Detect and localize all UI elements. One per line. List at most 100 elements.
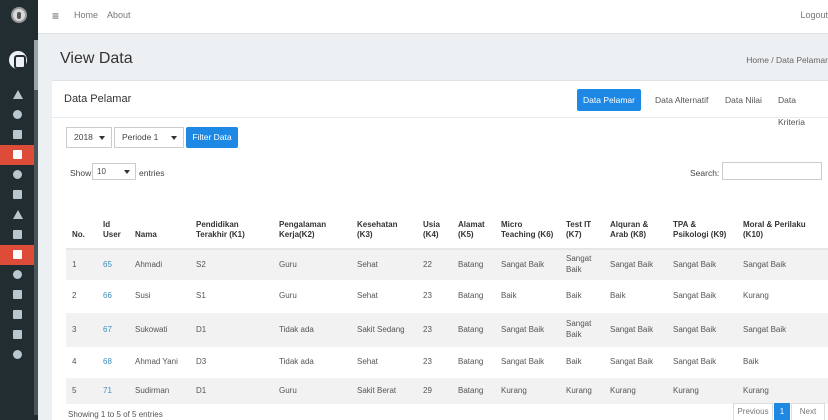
pagination-page-1[interactable]: 1 [774,403,790,420]
sidebar-item-file[interactable] [0,125,34,145]
menu-toggle-icon[interactable]: ≡ [52,9,59,23]
sidebar-item-list[interactable] [0,225,34,245]
column-header[interactable]: Usia (K4) [417,189,452,250]
entries-select-value: 10 [97,167,106,176]
column-header[interactable]: Pendidikan Terakhir (K1) [190,189,273,250]
sidebar-item-diamond[interactable] [0,165,34,185]
file-icon [13,130,22,139]
table-info: Showing 1 to 5 of 5 entries [68,410,163,419]
sidebar-item-bank[interactable] [0,205,34,225]
year-select-value: 2018 [74,132,93,142]
pelamar-table: No. Id User Nama Pendidikan Terakhir (K1) Pe… [66,189,828,404]
sidebar-item-home[interactable] [0,85,34,105]
bar-chart-icon [13,290,22,299]
column-header[interactable]: Micro Teaching (K6) [495,189,560,250]
table-cell-id-link[interactable]: 66 [97,280,129,313]
table-cell: 2 [72,291,77,301]
table-cell: Batang [458,291,484,301]
sidebar-item-bar-chart[interactable] [0,285,34,305]
table-cell: Sakit Sedang [351,313,417,347]
sidebar-item-tag[interactable] [0,245,34,265]
filter-data-button[interactable]: Filter Data [186,127,238,148]
sidebar-scrollbar-thumb[interactable] [34,40,38,90]
year-select[interactable]: 2018 [66,127,112,148]
table-cell: 3 [66,313,97,347]
user-icon [13,110,22,119]
column-header[interactable]: TPA & Psikologi (K9) [667,189,737,250]
column-header[interactable]: Kesehatan (K3) [351,189,417,250]
user-avatar-icon[interactable] [9,51,27,69]
tab-data-kriteria[interactable]: Data Kriteria [772,89,828,127]
table-cell: 5 [66,378,97,404]
list-icon [13,230,22,239]
table-body: 1 65 Ahmadi S2 Guru Sehat 22 Batang Sangat Baik S… [66,249,828,404]
search-input[interactable] [722,162,822,180]
table-cell: Baik [501,291,517,301]
sidebar-scrollbar[interactable] [34,40,38,415]
table-cell: Sangat Baik [495,313,560,347]
list-icon [13,310,22,319]
table-cell-id-link[interactable]: 68 [97,347,129,378]
table-cell: Baik [610,291,626,301]
table-cell: Sangat Baik [604,249,667,280]
period-select[interactable]: Periode 1 [114,127,184,148]
tab-data-nilai[interactable]: Data Nilai [719,89,768,111]
nav-link-about[interactable]: About [107,10,131,20]
home-icon [13,90,23,99]
table-cell-id-link[interactable]: 65 [97,249,129,280]
tag-icon [13,250,22,259]
table-cell: 23 [417,313,452,347]
diamond-icon [13,170,22,179]
column-header[interactable]: Id User [97,189,129,250]
table-cell: Sangat Baik [667,249,737,280]
user-icon [13,270,22,279]
breadcrumb[interactable]: Home / Data Pelamar [746,55,828,65]
column-header[interactable]: Pengalaman Kerja(K2) [273,189,351,250]
table-cell: Sakit Berat [351,378,417,404]
tab-data-alternatif[interactable]: Data Alternatif [649,89,714,111]
column-header[interactable]: Test IT (K7) [560,189,604,250]
table-cell: Guru [273,249,351,280]
table-cell: S1 [196,291,206,301]
nav-link-home[interactable]: Home [74,10,98,20]
calculator-icon [13,150,22,159]
column-header[interactable]: Alquran & Arab (K8) [604,189,667,250]
table-cell: Baik [566,291,582,301]
table-cell-id-link[interactable]: 71 [97,378,129,404]
table-row: 5 71 Sudirman D1 Guru Sakit Berat 29 Batang Kura… [66,378,828,404]
sidebar-item-line-chart[interactable] [0,325,34,345]
sidebar-item-share[interactable] [0,345,34,365]
sidebar-item-user-2[interactable] [0,265,34,285]
table-row: 2 66 Susi S1 Guru Sehat 23 Batang Baik Baik Baik Sa… [66,280,828,313]
table-cell-id-link[interactable]: 67 [97,313,129,347]
sidebar-item-list-2[interactable] [0,305,34,325]
app-logo-icon[interactable] [11,7,27,23]
column-header[interactable]: No. [66,189,97,250]
table-cell: Sangat Baik [501,357,545,367]
sidebar-item-user[interactable] [0,105,34,125]
page-title: View Data [60,50,133,67]
column-header[interactable]: Alamat (K5) [452,189,495,250]
table-cell: Sangat Baik [560,249,604,280]
column-header[interactable]: Nama [129,189,190,250]
table-cell: Kurang [604,378,667,404]
tab-data-pelamar[interactable]: Data Pelamar [577,89,641,111]
show-label: Show [70,168,92,178]
table-cell: Sehat [357,291,378,301]
logout-link[interactable]: Logout [800,10,828,20]
table-cell: Sukowati [129,313,190,347]
entries-select[interactable]: 10 [92,163,136,180]
table-cell: D3 [196,357,207,367]
pagination-previous[interactable]: Previous [733,403,773,420]
table-cell: Sudirman [129,378,190,404]
sidebar-item-calculator[interactable] [0,145,34,165]
table-cell: Sangat Baik [737,249,828,280]
sidebar-item-table[interactable] [0,185,34,205]
pagination-next[interactable]: Next [791,403,825,420]
table-header-row: No. Id User Nama Pendidikan Terakhir (K1) Pe… [66,189,828,250]
column-header[interactable]: Moral & Perilaku (K10) [737,189,828,250]
table-row: 3 67 Sukowati D1 Tidak ada Sakit Sedang 23 Bata… [66,313,828,347]
line-chart-icon [13,330,22,339]
table-row: 1 65 Ahmadi S2 Guru Sehat 22 Batang Sangat Baik S… [66,249,828,280]
table-cell: Sehat [351,249,417,280]
